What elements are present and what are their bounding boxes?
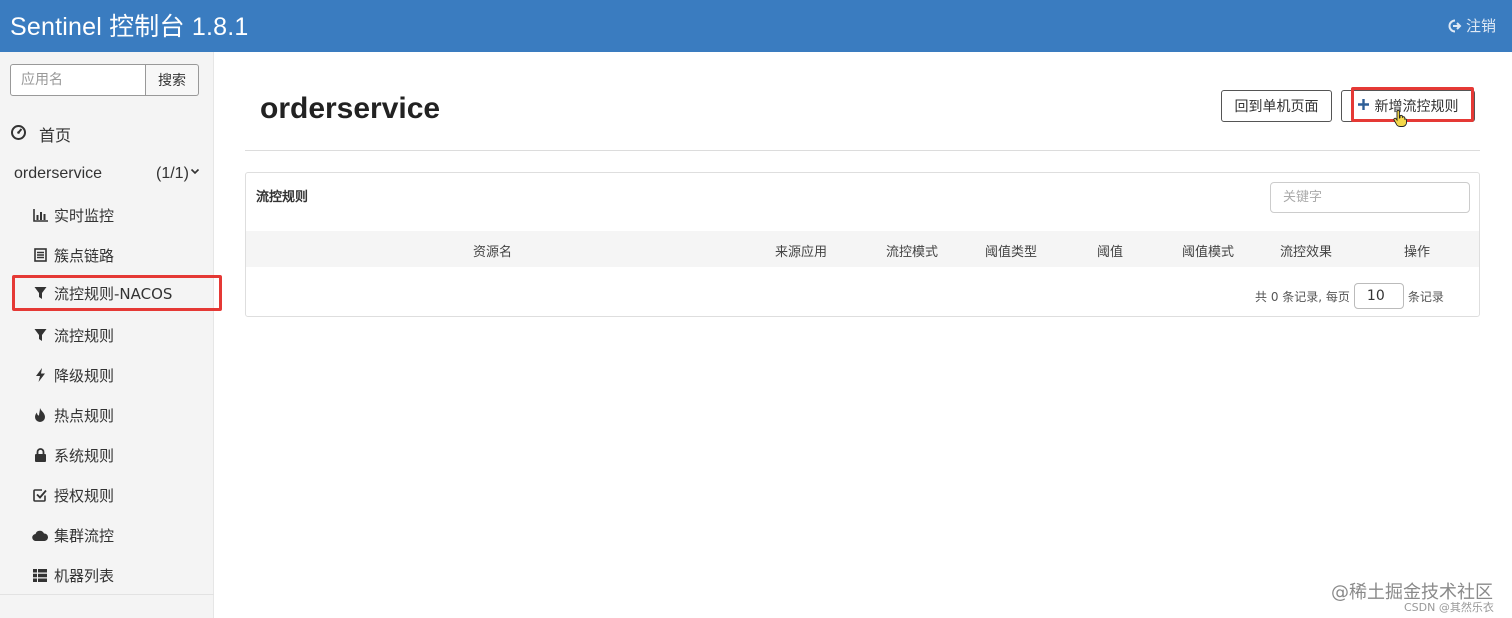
plus-icon	[1357, 98, 1369, 114]
logout-label: 注销	[1465, 17, 1496, 35]
column-header-grade[interactable]: 阈值类型	[985, 241, 1037, 260]
sidebar-item-label: 机器列表	[54, 566, 115, 585]
sidebar-item-label: 降级规则	[54, 366, 115, 385]
sidebar-item-degrade-rules[interactable]: 降级规则	[12, 357, 222, 393]
app-search: 搜索	[10, 64, 199, 96]
sidebar-item-authority-rules[interactable]: 授权规则	[12, 477, 222, 513]
sidebar: 搜索 首页 orderservice (1/1) 实时监控 簇点链路 流控规则-…	[0, 52, 222, 618]
app-machine-count: (1/1)	[156, 165, 189, 182]
sidebar-item-label: 首页	[39, 126, 72, 145]
page-size-input[interactable]	[1353, 283, 1404, 309]
sidebar-item-flow-rules[interactable]: 流控规则	[12, 317, 222, 353]
app-title[interactable]: Sentinel 控制台 1.8.1	[10, 7, 248, 43]
back-to-single-machine-button[interactable]: 回到单机页面	[1221, 90, 1332, 122]
app-search-input[interactable]	[10, 64, 146, 96]
th-list-icon	[32, 567, 48, 583]
lock-icon	[32, 447, 48, 463]
page-title: orderservice	[260, 92, 441, 125]
sidebar-item-machine-list[interactable]: 机器列表	[12, 557, 222, 593]
sidebar-item-hotspot-rules[interactable]: 热点规则	[12, 397, 222, 433]
sidebar-item-label: 流控规则-NACOS	[54, 284, 173, 303]
bar-chart-icon	[32, 207, 48, 223]
sidebar-item-flow-rules-nacos[interactable]: 流控规则-NACOS	[12, 275, 222, 311]
app-name: orderservice	[14, 165, 103, 182]
table-header: 资源名 来源应用 流控模式 阈值类型 阈值 阈值模式 流控效果 操作	[246, 231, 1479, 267]
add-flow-rule-button[interactable]: 新增流控规则	[1341, 90, 1475, 122]
bolt-icon	[32, 367, 48, 383]
sidebar-app-orderservice[interactable]: orderservice (1/1)	[14, 165, 204, 183]
sidebar-item-label: 簇点链路	[54, 246, 115, 265]
check-square-icon	[32, 487, 48, 503]
column-header-control-behavior[interactable]: 流控效果	[1280, 241, 1332, 260]
hand-cursor-icon	[1393, 109, 1407, 131]
flow-rules-panel: 流控规则 资源名 来源应用 流控模式 阈值类型 阈值 阈值模式 流控效果 操作 …	[245, 172, 1480, 317]
top-navbar: Sentinel 控制台 1.8.1 注销	[0, 0, 1512, 52]
sidebar-item-realtime-monitor[interactable]: 实时监控	[12, 197, 222, 233]
filter-icon	[32, 285, 48, 301]
panel-title: 流控规则	[256, 190, 309, 205]
sidebar-item-label: 系统规则	[54, 446, 115, 465]
column-header-limit-app[interactable]: 来源应用	[775, 241, 827, 260]
column-header-count[interactable]: 阈值	[1097, 241, 1123, 260]
sidebar-item-system-rules[interactable]: 系统规则	[12, 437, 222, 473]
column-header-operation: 操作	[1404, 245, 1431, 260]
cloud-icon	[32, 527, 48, 543]
add-flow-rule-label: 新增流控规则	[1374, 99, 1459, 115]
keyword-search-input[interactable]	[1270, 182, 1470, 213]
pagination: 共 0 条记录, 每页 条记录	[1255, 283, 1444, 309]
list-icon	[32, 247, 48, 263]
search-button[interactable]: 搜索	[146, 64, 199, 96]
column-header-strategy[interactable]: 流控模式	[886, 241, 938, 260]
column-header-resource[interactable]: 资源名	[473, 241, 512, 260]
pager-suffix-text: 条记录	[1407, 289, 1444, 304]
sidebar-item-cluster-link[interactable]: 簇点链路	[12, 237, 222, 273]
title-divider	[245, 150, 1480, 151]
watermark-author: CSDN @其然乐衣	[1404, 601, 1494, 614]
sidebar-item-label: 授权规则	[54, 486, 115, 505]
sidebar-item-cluster-flow[interactable]: 集群流控	[12, 517, 222, 553]
logout-link[interactable]: 注销	[1446, 15, 1496, 36]
sidebar-item-label: 集群流控	[54, 526, 115, 545]
filter-icon	[32, 327, 48, 343]
column-header-cluster-mode[interactable]: 阈值模式	[1182, 241, 1234, 260]
dashboard-icon	[10, 124, 27, 145]
sidebar-item-home[interactable]: 首页	[10, 122, 71, 146]
sign-out-icon	[1446, 18, 1462, 34]
sidebar-item-label: 实时监控	[54, 206, 115, 225]
chevron-down-icon	[190, 163, 200, 181]
pager-total-text: 共 0 条记录, 每页	[1255, 289, 1350, 304]
sidebar-item-label: 流控规则	[54, 326, 115, 345]
sidebar-divider	[0, 594, 214, 595]
sidebar-item-label: 热点规则	[54, 406, 115, 425]
fire-icon	[32, 407, 48, 423]
